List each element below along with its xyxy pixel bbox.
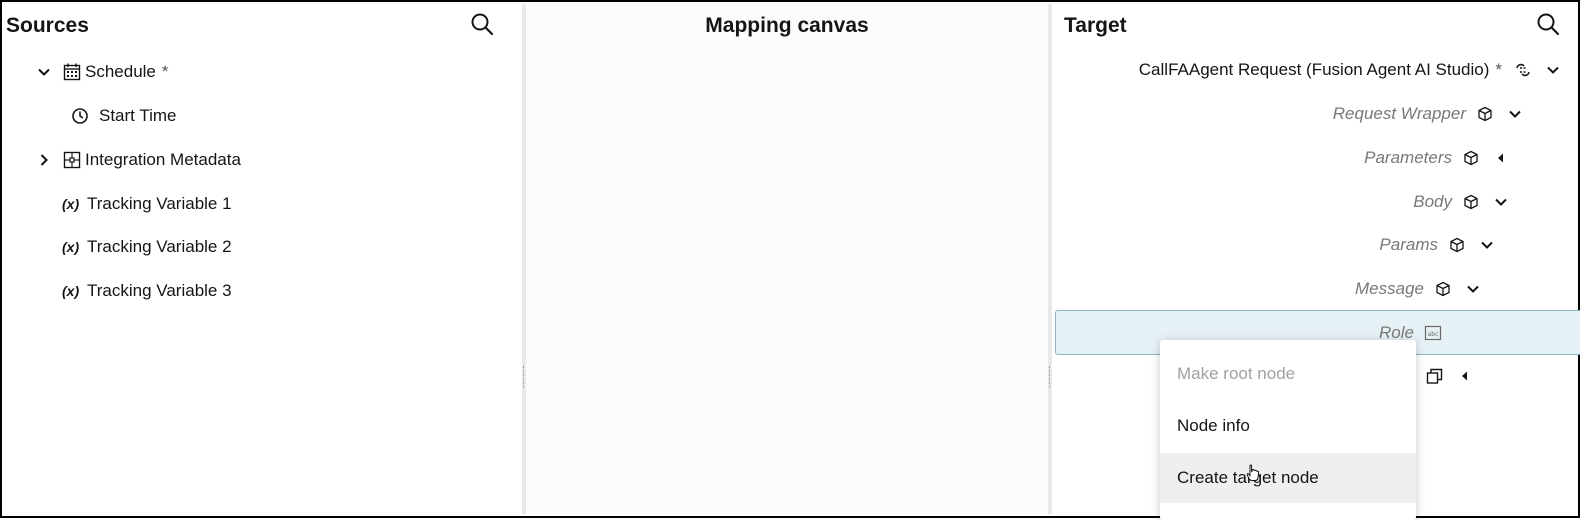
canvas-title: Mapping canvas — [705, 14, 869, 37]
target-node-message[interactable]: Message — [1355, 274, 1482, 304]
source-item-label: Integration Metadata — [85, 150, 241, 169]
mapper-window: Sources Schedule * Start Time Integratio… — [0, 0, 1580, 520]
chevron-down-icon[interactable] — [1492, 193, 1510, 211]
target-node-params[interactable]: Params — [1379, 230, 1496, 260]
source-item-label: Tracking Variable 3 — [87, 281, 232, 300]
sources-panel: Sources Schedule * Start Time Integratio… — [4, 4, 522, 514]
target-title: Target — [1064, 14, 1127, 37]
variable-icon: (x) — [62, 283, 80, 299]
menu-item-create-target-node[interactable]: Create target node — [1160, 453, 1416, 503]
source-item-label: Schedule — [85, 62, 156, 81]
source-item-label: Tracking Variable 2 — [87, 237, 232, 256]
caret-left-icon[interactable] — [1456, 367, 1474, 385]
target-node-request-wrapper[interactable]: Request Wrapper — [1333, 99, 1524, 129]
target-search-icon[interactable] — [1534, 10, 1562, 38]
source-item-label: Tracking Variable 1 — [87, 194, 232, 213]
source-item-tracking-variable-2[interactable]: (x) Tracking Variable 2 — [62, 232, 232, 262]
cube-icon — [1434, 280, 1452, 298]
caret-left-icon[interactable] — [1492, 149, 1510, 167]
mapping-canvas[interactable]: Mapping canvas — [526, 4, 1048, 514]
target-node-label: Parameters — [1364, 148, 1452, 167]
variable-icon: (x) — [62, 196, 80, 212]
string-icon: abc — [1424, 324, 1442, 342]
clock-icon — [70, 106, 90, 126]
chevron-down-icon[interactable] — [34, 62, 54, 82]
menu-item-make-root-node: Make root node — [1177, 364, 1296, 383]
cube-icon — [1448, 236, 1466, 254]
cube-icon — [1462, 193, 1480, 211]
source-item-schedule[interactable]: Schedule * — [34, 57, 169, 87]
source-item-tracking-variable-1[interactable]: (x) Tracking Variable 1 — [62, 189, 232, 219]
target-node-collapsed[interactable] — [1416, 361, 1474, 391]
hand-cursor-icon — [1246, 464, 1260, 482]
target-node-label: Params — [1379, 235, 1438, 254]
target-root-node[interactable]: CallFAAgent Request (Fusion Agent AI Stu… — [1139, 55, 1562, 85]
target-node-label: Request Wrapper — [1332, 104, 1466, 123]
metadata-icon — [62, 150, 82, 170]
sources-title: Sources — [6, 14, 89, 37]
variable-icon: (x) — [62, 239, 80, 255]
chevron-down-icon[interactable] — [1544, 61, 1562, 79]
chevron-down-icon[interactable] — [1478, 236, 1496, 254]
chevron-right-icon[interactable] — [34, 150, 54, 170]
target-root-label: CallFAAgent Request (Fusion Agent AI Stu… — [1138, 60, 1490, 79]
calendar-icon — [62, 62, 82, 82]
repeating-element-icon — [1426, 367, 1444, 385]
menu-item-node-info[interactable]: Node info — [1160, 401, 1416, 451]
target-node-label: Message — [1355, 279, 1424, 298]
chevron-down-icon[interactable] — [1506, 105, 1524, 123]
required-marker: * — [1495, 60, 1502, 79]
target-node-body[interactable]: Body — [1413, 187, 1510, 217]
source-item-start-time[interactable]: Start Time — [70, 101, 176, 131]
target-node-label: Body — [1413, 192, 1452, 211]
source-item-tracking-variable-3[interactable]: (x) Tracking Variable 3 — [62, 276, 232, 306]
svg-text:abc: abc — [1428, 331, 1439, 338]
cube-icon — [1462, 149, 1480, 167]
chevron-down-icon[interactable] — [1464, 280, 1482, 298]
target-node-parameters[interactable]: Parameters — [1364, 143, 1510, 173]
connection-icon — [1514, 61, 1532, 79]
source-item-integration-metadata[interactable]: Integration Metadata — [34, 145, 241, 175]
source-item-label: Start Time — [99, 106, 177, 125]
cube-icon — [1476, 105, 1494, 123]
node-context-menu: Make root node Node info Create target n… — [1160, 340, 1416, 520]
sources-search-icon[interactable] — [468, 10, 496, 38]
required-marker: * — [161, 62, 169, 81]
